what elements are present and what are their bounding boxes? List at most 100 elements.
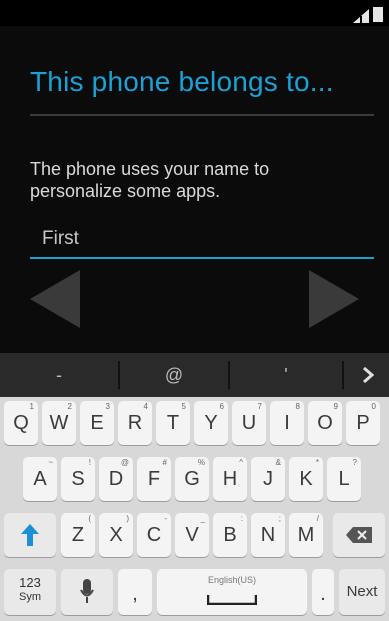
key-h[interactable]: ^ H	[213, 457, 247, 501]
next-key[interactable]: Next	[339, 569, 385, 615]
shift-up-arrow-icon	[21, 524, 39, 546]
key-label: U	[241, 412, 257, 434]
key-o[interactable]: 9O	[308, 401, 342, 445]
symbols-key-top-label: 123	[19, 575, 41, 590]
key-t[interactable]: 5T	[156, 401, 190, 445]
key-a[interactable]: ~ A	[23, 457, 57, 501]
key-f[interactable]: # F	[137, 457, 171, 501]
key-hint: (	[88, 514, 91, 523]
comma-key[interactable]: ,	[118, 569, 152, 615]
key-label: T	[166, 412, 180, 434]
key-label: D	[108, 468, 124, 490]
title-divider	[30, 114, 374, 116]
key-label: J	[263, 468, 273, 490]
key-e[interactable]: 3E	[80, 401, 114, 445]
space-bar[interactable]: English(US)	[157, 569, 307, 615]
shift-key[interactable]	[4, 513, 56, 557]
key-label: W	[49, 412, 69, 434]
key-x[interactable]: ) X	[99, 513, 133, 557]
key-g[interactable]: % G	[175, 457, 209, 501]
key-label: O	[317, 412, 333, 434]
key-hint: )	[126, 514, 129, 523]
key-w[interactable]: 2W	[42, 401, 76, 445]
microphone-icon	[80, 579, 94, 603]
key-q[interactable]: 1Q	[4, 401, 38, 445]
suggestion-divider	[342, 361, 344, 389]
key-hint: 2	[67, 402, 72, 411]
key-hint: 1	[29, 402, 34, 411]
key-label: P	[356, 412, 370, 434]
key-hint: _	[200, 514, 205, 523]
key-r[interactable]: 4R	[118, 401, 152, 445]
setup-screen: This phone belongs to... The phone uses …	[0, 0, 389, 621]
key-hint: ~	[48, 458, 53, 467]
voice-input-key[interactable]	[61, 569, 113, 615]
suggestion-item[interactable]: @	[120, 353, 228, 397]
key-hint: #	[162, 458, 167, 467]
space-icon	[207, 595, 257, 605]
status-bar	[0, 0, 389, 26]
key-hint: !	[88, 458, 91, 467]
battery-icon	[373, 7, 383, 22]
key-d[interactable]: @ D	[99, 457, 133, 501]
key-s[interactable]: ! S	[61, 457, 95, 501]
key-hint: -	[164, 514, 167, 523]
key-y[interactable]: 6Y	[194, 401, 228, 445]
backspace-key[interactable]	[333, 513, 385, 557]
key-j[interactable]: & J	[251, 457, 285, 501]
key-c[interactable]: -C	[137, 513, 171, 557]
key-label: Y	[204, 412, 218, 434]
key-label: X	[109, 524, 123, 546]
period-key[interactable]: .	[312, 569, 334, 615]
key-label: S	[71, 468, 85, 490]
key-v[interactable]: _ V	[175, 513, 209, 557]
key-b[interactable]: :B	[213, 513, 247, 557]
key-hint: ;	[278, 514, 281, 523]
key-label: L	[338, 468, 350, 490]
key-hint: 9	[333, 402, 338, 411]
first-name-field[interactable]: First	[30, 225, 374, 259]
key-hint: 5	[181, 402, 186, 411]
key-n[interactable]: ; N	[251, 513, 285, 557]
description-text: The phone uses your name to personalize …	[30, 159, 270, 201]
key-m[interactable]: / M	[289, 513, 323, 557]
signal-icon	[353, 9, 369, 23]
next-arrow-icon[interactable]	[305, 270, 359, 328]
suggestion-item[interactable]: '	[230, 353, 342, 397]
key-u[interactable]: 7U	[232, 401, 266, 445]
key-label: I	[284, 412, 290, 434]
key-label: V	[185, 524, 199, 546]
key-label: R	[127, 412, 143, 434]
suggestion-bar: - @ '	[0, 353, 389, 397]
key-hint: %	[197, 458, 205, 467]
key-label: C	[146, 524, 162, 546]
key-label: Next	[346, 583, 378, 600]
key-label: K	[299, 468, 313, 490]
key-hint: 4	[143, 402, 148, 411]
key-hint: &	[275, 458, 281, 467]
key-hint: 3	[105, 402, 110, 411]
key-label: A	[33, 468, 47, 490]
key-label: N	[260, 524, 276, 546]
key-hint: 8	[295, 402, 300, 411]
suggestion-item[interactable]: -	[0, 353, 118, 397]
key-hint: ^	[239, 458, 243, 467]
key-hint: 6	[219, 402, 224, 411]
key-k[interactable]: * K	[289, 457, 323, 501]
space-bar-language-label: English(US)	[207, 575, 256, 585]
page-title: This phone belongs to...	[30, 66, 334, 97]
key-hint: 7	[257, 402, 262, 411]
key-i[interactable]: 8I	[270, 401, 304, 445]
key-z[interactable]: (Z	[61, 513, 95, 557]
symbols-key[interactable]: 123 Sym	[4, 569, 56, 615]
key-l[interactable]: ? L	[327, 457, 361, 501]
key-label: .	[320, 583, 326, 605]
chevron-right-icon[interactable]	[362, 367, 374, 383]
key-p[interactable]: 0P	[346, 401, 380, 445]
key-hint: 0	[371, 402, 376, 411]
key-hint: *	[315, 458, 319, 467]
back-arrow-icon[interactable]	[30, 270, 84, 328]
key-label: E	[90, 412, 104, 434]
keyboard: 1Q 2W 3E 4R 5T 6Y 7U 8I 9O 0P ~ A ! S @ D #…	[0, 397, 389, 621]
key-hint: ?	[352, 458, 357, 467]
